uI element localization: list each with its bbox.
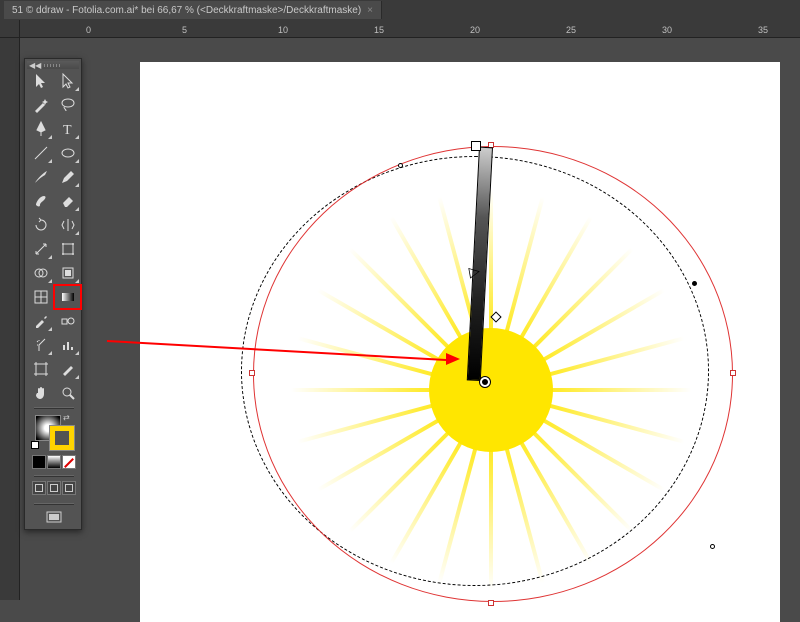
horizontal-ruler[interactable]: 0 5 10 15 20 25 30 35	[20, 20, 800, 38]
direct-selection-tool[interactable]	[54, 69, 81, 93]
shape-builder-tool[interactable]	[27, 261, 54, 285]
vertical-ruler[interactable]	[0, 38, 20, 600]
fill-stroke-swatches[interactable]: ⇄	[27, 411, 81, 453]
ruler-tick: 15	[374, 25, 384, 35]
ruler-tick: 10	[278, 25, 288, 35]
mesh-tool[interactable]	[27, 285, 54, 309]
gradient-start-handle[interactable]	[471, 141, 481, 151]
blob-brush-tool[interactable]	[27, 189, 54, 213]
line-tool[interactable]	[27, 141, 54, 165]
selection-tool[interactable]	[27, 69, 54, 93]
anchor-point[interactable]	[692, 281, 697, 286]
canvas[interactable]: ▷	[20, 38, 800, 600]
close-icon[interactable]: ×	[367, 5, 373, 16]
swap-fill-stroke-icon[interactable]: ⇄	[63, 413, 70, 422]
selection-bounding-ellipse[interactable]	[253, 146, 733, 602]
ruler-tick: 25	[566, 25, 576, 35]
screen-mode-button[interactable]	[27, 507, 81, 527]
bounding-handle-right[interactable]	[730, 370, 736, 376]
color-mode-none[interactable]	[62, 455, 76, 469]
tools-panel[interactable]: ◀◀ T	[24, 58, 82, 530]
type-tool[interactable]: T	[54, 117, 81, 141]
bounding-handle-left[interactable]	[249, 370, 255, 376]
document-tab-bar: 51 © ddraw - Fotolia.com.ai* bei 66,67 %…	[0, 0, 800, 20]
live-paint-tool[interactable]	[54, 261, 81, 285]
eyedropper-tool[interactable]	[27, 309, 54, 333]
hand-tool[interactable]	[27, 381, 54, 405]
artboard-tool[interactable]	[27, 357, 54, 381]
color-mode-solid[interactable]	[32, 455, 46, 469]
annotation-arrow-head	[446, 353, 460, 365]
blend-tool[interactable]	[54, 309, 81, 333]
svg-text:T: T	[63, 123, 72, 137]
lasso-tool[interactable]	[54, 93, 81, 117]
draw-inside-mode[interactable]	[62, 481, 76, 495]
free-transform-tool[interactable]	[54, 237, 81, 261]
gradient-end-handle[interactable]	[480, 377, 490, 387]
symbol-sprayer-tool[interactable]	[27, 333, 54, 357]
ruler-origin[interactable]	[0, 20, 20, 38]
workspace: 0 5 10 15 20 25 30 35	[0, 20, 800, 600]
width-tool[interactable]	[27, 237, 54, 261]
ruler-tick: 0	[86, 25, 91, 35]
eraser-tool[interactable]	[54, 189, 81, 213]
draw-normal-mode[interactable]	[32, 481, 46, 495]
rotate-tool[interactable]	[27, 213, 54, 237]
ruler-tick: 20	[470, 25, 480, 35]
zoom-tool[interactable]	[54, 381, 81, 405]
draw-behind-mode[interactable]	[47, 481, 61, 495]
ruler-tick: 30	[662, 25, 672, 35]
ruler-tick: 35	[758, 25, 768, 35]
default-fill-stroke-icon[interactable]	[31, 441, 39, 449]
document-tab-title: 51 © ddraw - Fotolia.com.ai* bei 66,67 %…	[12, 5, 361, 16]
reflect-tool[interactable]	[54, 213, 81, 237]
ruler-tick: 5	[182, 25, 187, 35]
gradient-tool[interactable]	[54, 285, 81, 309]
paintbrush-tool[interactable]	[27, 165, 54, 189]
stroke-swatch[interactable]	[49, 425, 75, 451]
magic-wand-tool[interactable]	[27, 93, 54, 117]
anchor-point[interactable]	[710, 544, 715, 549]
color-mode-gradient[interactable]	[47, 455, 61, 469]
pen-tool[interactable]	[27, 117, 54, 141]
bounding-handle-bottom[interactable]	[488, 600, 494, 606]
anchor-point[interactable]	[398, 163, 403, 168]
document-tab[interactable]: 51 © ddraw - Fotolia.com.ai* bei 66,67 %…	[4, 1, 382, 19]
column-graph-tool[interactable]	[54, 333, 81, 357]
pencil-tool[interactable]	[54, 165, 81, 189]
ellipse-tool[interactable]	[54, 141, 81, 165]
slice-tool[interactable]	[54, 357, 81, 381]
